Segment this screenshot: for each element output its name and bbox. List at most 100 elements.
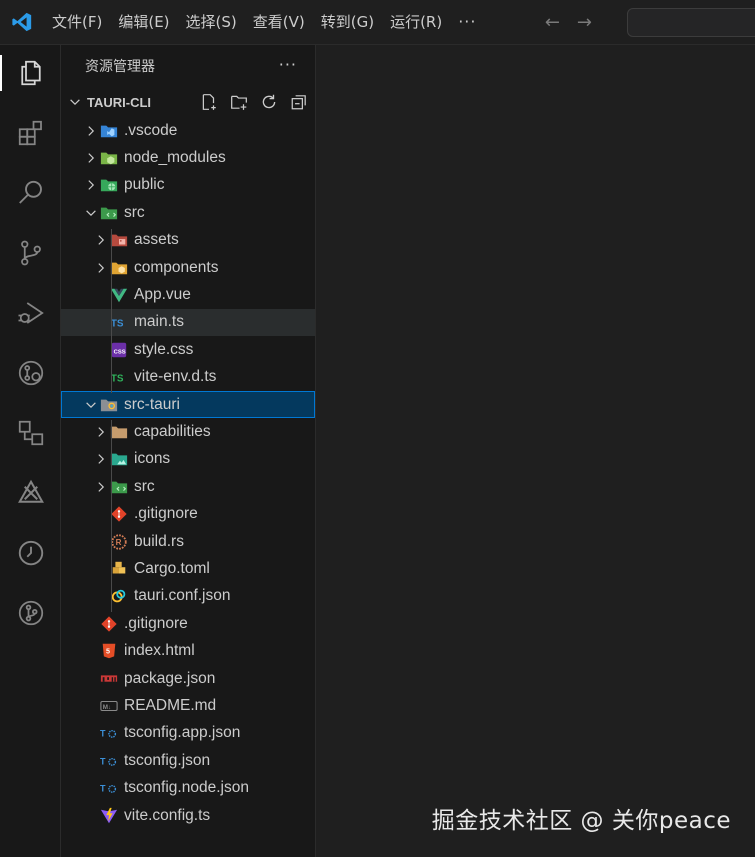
file-tsconfig-json[interactable]: Ttsconfig.json [61,747,315,774]
sidebar-title: 资源管理器 [85,59,155,75]
file-gitignore[interactable]: .gitignore [61,610,315,637]
run-and-debug-icon[interactable] [0,289,61,337]
markdown-icon: M↓ [99,696,119,716]
source-control-icon[interactable] [0,229,61,277]
tree-item-label: assets [134,231,179,249]
file-main-ts[interactable]: TS main.ts [61,308,315,337]
folder-public[interactable]: public [61,172,315,199]
file-vite-env-d-ts[interactable]: TS vite-env.d.ts [61,364,315,391]
tree-item-label: build.rs [134,532,184,550]
folder-tauri-icon [99,395,119,415]
sidebar-more-icon[interactable]: ··· [279,55,297,74]
file-app-vue[interactable]: App.vue [61,281,315,308]
tree-item-label: Cargo.toml [134,560,210,578]
file-index-html[interactable]: 5 index.html [61,638,315,665]
file-vite-config-ts[interactable]: vite.config.ts [61,802,315,829]
folder-icons[interactable]: icons [61,446,315,473]
folder-public-icon [99,175,119,195]
forward-arrow-icon[interactable]: → [568,12,600,33]
search-icon[interactable] [0,169,61,217]
file-tsconfig-app-json[interactable]: Ttsconfig.app.json [61,720,315,747]
file-cargo-toml[interactable]: Cargo.toml [61,555,315,582]
new-folder-icon[interactable] [227,91,251,113]
tree-item-label: capabilities [134,423,211,441]
refresh-icon[interactable] [257,91,281,113]
command-center-search[interactable] [627,8,755,37]
tree-item-label: main.ts [134,313,184,331]
file-style-css[interactable]: CSS style.css [61,336,315,363]
svg-text:M↓: M↓ [103,704,111,711]
folder-vscode[interactable]: .vscode [61,117,315,144]
chevron-right-icon [83,150,99,166]
folder-src[interactable]: src [61,473,315,500]
folder-components-icon [109,258,129,278]
title-bar: 文件(F) 编辑(E) 选择(S) 查看(V) 转到(G) 运行(R) ··· … [0,0,755,45]
npm-icon [99,669,119,689]
folder-assets-icon [109,230,129,250]
tsconfig-icon: T [99,778,119,798]
chevron-right-icon [93,260,109,276]
folder-node-modules[interactable]: node_modules [61,144,315,171]
remote-explorer-icon[interactable] [0,349,61,397]
folder-assets[interactable]: assets [61,227,315,254]
menu-selection[interactable]: 选择(S) [178,8,245,36]
tree-item-label: App.vue [134,286,191,304]
file-readme-md[interactable]: M↓ README.md [61,692,315,719]
svg-text:TS: TS [111,374,124,385]
section-actions [197,91,311,113]
indent-guide [111,420,112,613]
file-package-json[interactable]: package.json [61,665,315,692]
menu-run[interactable]: 运行(R) [382,8,450,36]
menu-go[interactable]: 转到(G) [313,8,382,36]
git-icon [99,614,119,634]
folder-capabilities[interactable]: capabilities [61,418,315,445]
new-file-icon[interactable] [197,91,221,113]
tree-item-label: tsconfig.node.json [124,779,249,797]
menu-view[interactable]: 查看(V) [245,8,313,36]
vscode-logo-icon [0,0,44,45]
tree-item-label: tsconfig.json [124,751,211,769]
back-arrow-icon[interactable]: ← [536,12,568,33]
explorer-icon[interactable] [0,49,61,97]
git-graph-icon[interactable] [0,589,61,637]
extensions-icon[interactable] [0,109,61,157]
tree-item-label: vite.config.ts [124,806,211,824]
folder-images-icon [109,449,129,469]
tree-item-label: components [134,258,219,276]
timeline-icon[interactable] [0,529,61,577]
svg-text:5: 5 [106,647,110,656]
vite-icon [99,806,119,826]
workspace-section-header[interactable]: TAURI-CLI [61,87,315,117]
tree-item-label: README.md [124,697,217,715]
file-build-rs[interactable]: Rbuild.rs [61,528,315,555]
folder-src-tauri[interactable]: src-tauri [61,391,315,419]
tauri-triangle-icon[interactable] [0,469,61,517]
menu-file[interactable]: 文件(F) [44,8,110,36]
file-tauri-conf-json[interactable]: tauri.conf.json [61,583,315,610]
folder-src[interactable]: src [61,199,315,226]
chevron-down-icon [65,92,85,112]
folder-node-icon [99,148,119,168]
svg-text:CSS: CSS [114,349,126,355]
folder-components[interactable]: components [61,254,315,281]
svg-text:R: R [116,538,122,547]
file-gitignore[interactable]: .gitignore [61,501,315,528]
collapse-all-icon[interactable] [287,91,311,113]
ts-d-icon: TS [109,367,129,387]
vue-icon [109,285,129,305]
menu-more-icon[interactable]: ··· [450,8,484,36]
tree-item-label: tsconfig.app.json [124,724,241,742]
menu-edit[interactable]: 编辑(E) [110,8,177,36]
file-tsconfig-node-json[interactable]: Ttsconfig.node.json [61,775,315,802]
cargo-icon [109,559,129,579]
tree-item-label: tauri.conf.json [134,587,231,605]
connections-icon[interactable] [0,409,61,457]
